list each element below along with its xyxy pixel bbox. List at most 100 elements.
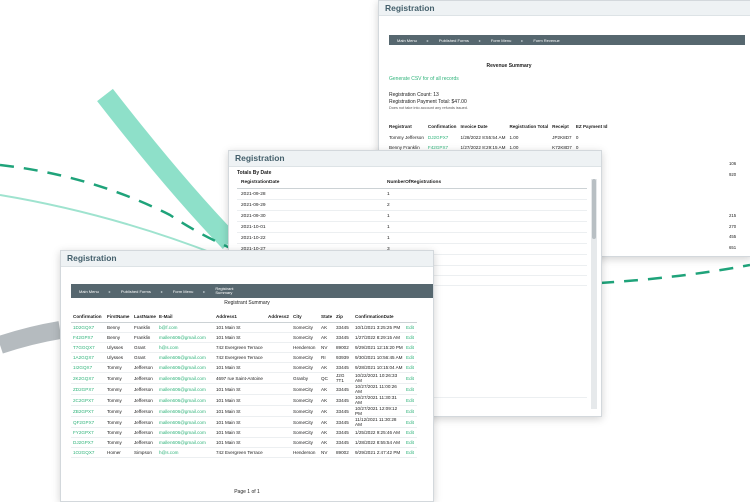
table-row: Tommy Jefferson DJ2GPX7 1/28/2022 8:55:5… <box>389 133 611 143</box>
address1-cell: 101 Main St <box>214 437 266 448</box>
date-cell: 2021-10-22 <box>237 232 383 244</box>
count-cell: 1 <box>383 221 587 233</box>
edit-link[interactable]: Edit <box>404 383 417 395</box>
zip-cell: 33445 <box>334 362 353 373</box>
address2-cell <box>266 322 291 333</box>
nav-main-menu[interactable]: Main Menu <box>79 289 99 294</box>
edit-link[interactable]: Edit <box>404 394 417 406</box>
first-name-cell: Tommy <box>105 383 132 395</box>
email-link[interactable]: mallen606@gmail.com <box>157 405 214 417</box>
confirmation-link[interactable]: T7GGQX7 <box>71 342 105 353</box>
confirmation-link[interactable]: DJ2GPX7 <box>428 133 461 143</box>
confirmation-date-cell: 1/25/2022 9:25:46 AM <box>353 427 404 438</box>
city-cell: SomeCity <box>291 322 319 333</box>
count-cell: 1 <box>383 188 587 200</box>
edit-link[interactable]: Edit <box>404 437 417 448</box>
city-cell: Granby <box>291 372 319 384</box>
registrant-summary-window: Registration Main Menu ▸ Published Forms… <box>60 250 434 502</box>
nav-form-revenue[interactable]: Form Revenue <box>533 38 559 43</box>
confirmation-date-cell: 10/27/2021 11:30:31 AM <box>353 394 404 406</box>
breadcrumb-nav: Main Menu ▸ Published Forms ▸ Form Menu … <box>389 35 745 45</box>
address2-cell <box>266 332 291 343</box>
city-cell: SomeCity <box>291 405 319 417</box>
nav-published-forms[interactable]: Published Forms <box>439 38 469 43</box>
scrollbar-thumb[interactable] <box>592 179 596 239</box>
edit-link[interactable]: Edit <box>404 342 417 353</box>
confirmation-link[interactable]: 1D2GQX7 <box>71 322 105 333</box>
nav-main-menu[interactable]: Main Menu <box>397 38 417 43</box>
email-link[interactable]: mallen606@gmail.com <box>157 394 214 406</box>
partial-cell: 270 <box>729 223 737 229</box>
edit-link[interactable]: Edit <box>404 352 417 363</box>
column-header: City <box>291 313 319 323</box>
nav-form-menu[interactable]: Form Menu <box>173 289 193 294</box>
email-link[interactable]: mallen606@gmail.com <box>157 437 214 448</box>
email-link[interactable]: h@s.com <box>157 447 214 458</box>
date-cell: 2021-10-01 <box>237 221 383 233</box>
generate-csv-link[interactable]: Generate CSV for of all records <box>389 76 459 82</box>
column-header: EZ Payment Id <box>575 124 608 129</box>
first-name-cell: Tommy <box>105 394 132 406</box>
email-link[interactable]: mallen606@gmail.com <box>157 383 214 395</box>
email-link[interactable]: h@s.com <box>157 342 214 353</box>
nav-published-forms[interactable]: Published Forms <box>121 289 151 294</box>
nav-form-menu[interactable]: Form Menu <box>491 38 511 43</box>
address1-cell: 101 Main St <box>214 322 266 333</box>
registrant-cell: Tommy Jefferson <box>389 135 424 140</box>
first-name-cell: Tommy <box>105 427 132 438</box>
confirmation-link[interactable]: FY2GPX7 <box>71 427 105 438</box>
state-cell: RI <box>319 352 334 363</box>
confirmation-link[interactable]: 2C2GPX7 <box>71 394 105 406</box>
confirmation-link[interactable]: 1O2GQX7 <box>71 447 105 458</box>
zip-cell: 33445 <box>334 427 353 438</box>
email-link[interactable]: mallen606@gmail.com <box>157 372 214 384</box>
address2-cell <box>266 383 291 395</box>
city-cell: SomeCity <box>291 437 319 448</box>
edit-link[interactable]: Edit <box>404 362 417 373</box>
column-header: LastName <box>132 313 157 323</box>
first-name-cell: Benny <box>105 332 132 343</box>
first-name-cell: Homer <box>105 447 132 458</box>
address2-cell <box>266 394 291 406</box>
count-cell: 2 <box>383 199 587 211</box>
first-name-cell: Tommy <box>105 437 132 448</box>
column-header: Zip <box>334 313 353 323</box>
chevron-right-icon: ▸ <box>203 288 206 294</box>
email-link[interactable]: mallen606@gmail.com <box>157 427 214 438</box>
confirmation-date-cell: 9/28/2021 10:15:04 AM <box>353 362 404 373</box>
confirmation-link[interactable]: DJ2GPX7 <box>71 437 105 448</box>
edit-link[interactable]: Edit <box>404 372 417 384</box>
edit-link[interactable]: Edit <box>404 332 417 343</box>
email-link[interactable]: mallen606@gmail.com <box>157 352 214 363</box>
confirmation-date-cell: 10/27/2021 12:09:12 PM <box>353 405 404 417</box>
edit-link[interactable]: Edit <box>404 447 417 458</box>
confirmation-link[interactable]: 2K2GQX7 <box>71 372 105 384</box>
confirmation-link[interactable]: 1I2GQX7 <box>71 362 105 373</box>
state-cell: AK <box>319 322 334 333</box>
vertical-scrollbar[interactable] <box>591 179 597 409</box>
table-row: 2K2GQX7 Tommy Jefferson mallen606@gmail.com… <box>71 372 417 384</box>
edit-link[interactable]: Edit <box>404 427 417 438</box>
city-cell: SomeCity <box>291 427 319 438</box>
edit-link[interactable]: Edit <box>404 322 417 333</box>
email-link[interactable]: mallen606@gmail.com <box>157 416 214 428</box>
column-header: RegistrationDate <box>237 179 383 189</box>
confirmation-link[interactable]: ZB2GPX7 <box>71 405 105 417</box>
confirmation-link[interactable]: QF2GPX7 <box>71 416 105 428</box>
confirmation-link[interactable]: ZD2GPX7 <box>71 383 105 395</box>
date-cell: 2021-09-30 <box>237 210 383 222</box>
confirmation-link[interactable]: F42GPX7 <box>71 332 105 343</box>
email-link[interactable]: mallen606@gmail.com <box>157 332 214 343</box>
confirmation-link[interactable]: 1A2GQX7 <box>71 352 105 363</box>
table-row: 2021-10-01 1 <box>237 221 587 233</box>
zip-cell: 93939 <box>334 352 353 363</box>
email-link[interactable]: mallen606@gmail.com <box>157 362 214 373</box>
email-link[interactable]: b@f.com <box>157 322 214 333</box>
edit-link[interactable]: Edit <box>404 405 417 417</box>
nav-registrant-summary[interactable]: Registrant Summary <box>215 286 237 296</box>
first-name-cell: Tommy <box>105 362 132 373</box>
last-name-cell: Simpson <box>132 447 157 458</box>
address1-cell: 742 Evergreen Terrace <box>214 352 266 363</box>
column-header <box>404 313 417 323</box>
edit-link[interactable]: Edit <box>404 416 417 428</box>
